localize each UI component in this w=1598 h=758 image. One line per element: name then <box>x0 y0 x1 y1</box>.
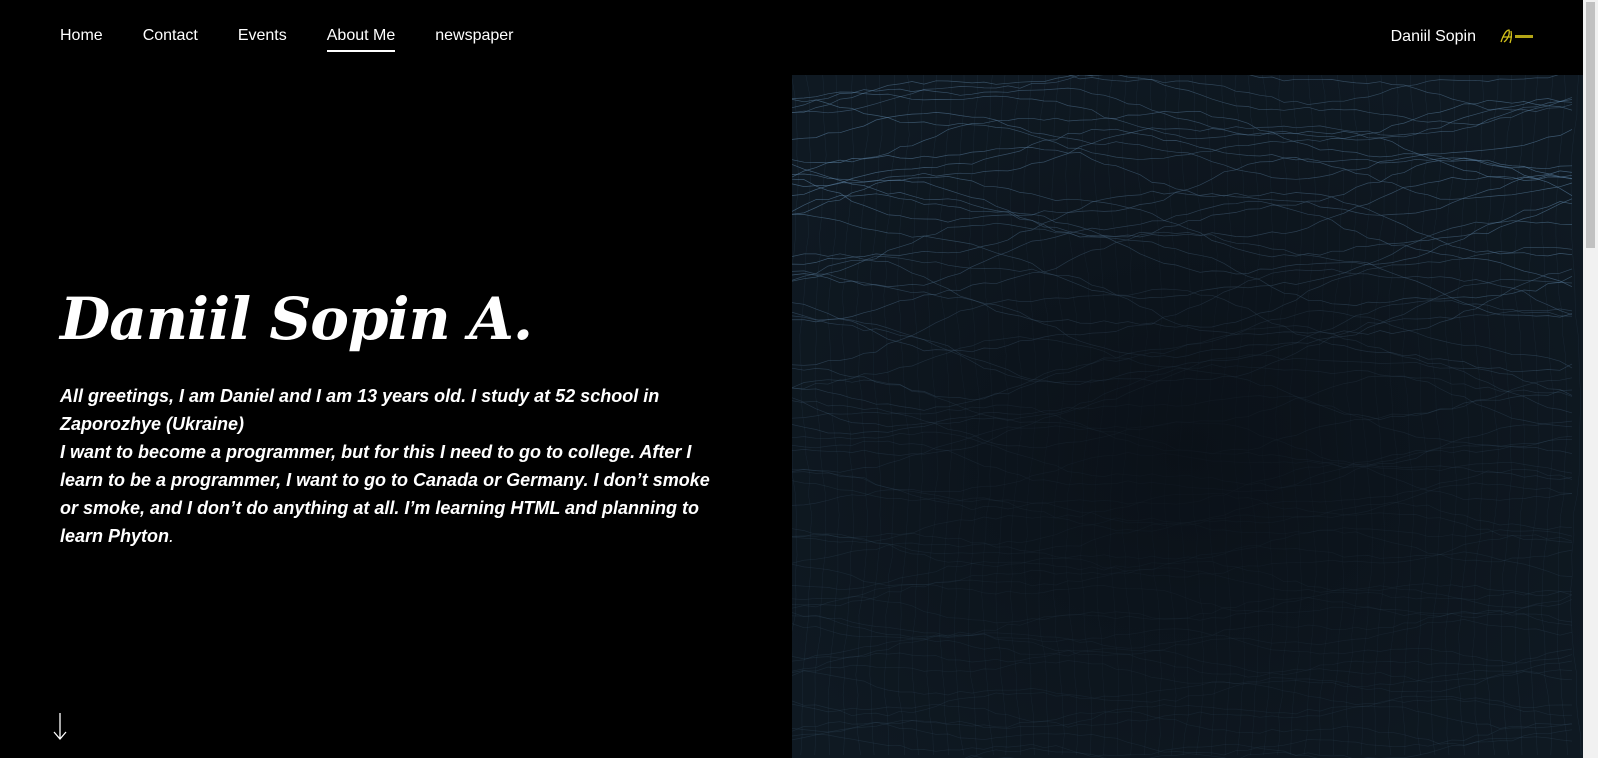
arrow-down-icon[interactable] <box>52 712 68 742</box>
page-scrollbar[interactable] <box>1583 0 1598 758</box>
nav-contact[interactable]: Contact <box>143 26 198 50</box>
page: Home Contact Events About Me newspaper D… <box>0 0 1598 758</box>
brand: Daniil Sopin <box>1391 26 1536 48</box>
nav-about-me[interactable]: About Me <box>326 26 396 52</box>
scrollbar-thumb[interactable] <box>1586 2 1595 248</box>
nav-newspaper[interactable]: newspaper <box>435 26 513 50</box>
brand-name[interactable]: Daniil Sopin <box>1391 26 1476 48</box>
about-text: All greetings, I am Daniel and I am 13 y… <box>60 382 720 550</box>
about-paragraph-1: All greetings, I am Daniel and I am 13 y… <box>60 386 660 434</box>
main-nav: Home Contact Events About Me newspaper <box>60 26 554 52</box>
about-paragraph-2: I want to become a programmer, but for t… <box>60 438 720 550</box>
about-paragraph-2-text: I want to become a programmer, but for t… <box>60 442 710 546</box>
nav-home[interactable]: Home <box>60 26 103 50</box>
signature-logo-icon[interactable] <box>1498 27 1536 47</box>
page-title: Daniil Sopin A. <box>60 285 533 353</box>
about-paragraph-2-end: . <box>169 526 175 546</box>
nav-events[interactable]: Events <box>238 26 287 50</box>
wireframe-waves-image <box>792 75 1583 758</box>
